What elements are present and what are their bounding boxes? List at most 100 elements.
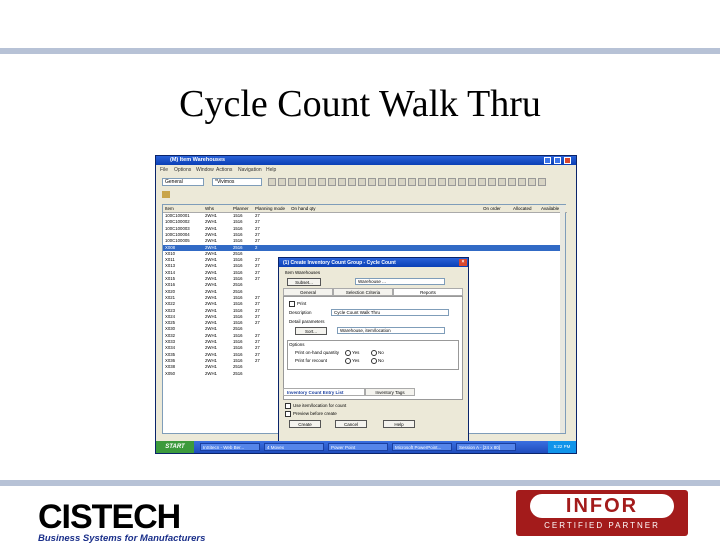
sort-button[interactable]: Sort...	[295, 327, 327, 335]
maximize-icon[interactable]	[554, 157, 561, 164]
menu-actions[interactable]: Actions	[216, 167, 232, 173]
filter-combo[interactable]: *Vivimos	[212, 178, 262, 186]
description-field[interactable]: Cycle Count Walk Thru	[331, 309, 449, 316]
toolbar-tool-icon[interactable]	[328, 178, 336, 186]
col-item[interactable]: Item	[165, 206, 174, 211]
subset-button[interactable]: Subset...	[287, 278, 321, 286]
preview-label: Preview before create	[293, 411, 337, 417]
menu-navigation[interactable]: Navigation	[238, 167, 262, 173]
cistech-logo: CISTECH Business Systems for Manufacture…	[38, 498, 205, 544]
col-planner[interactable]: Planner	[233, 206, 249, 211]
menu-options[interactable]: Options	[174, 167, 191, 173]
taskbar: START InSitecn - Web Ber... 4 Movex Powe…	[156, 441, 576, 453]
minimize-icon[interactable]	[544, 157, 551, 164]
menu-window[interactable]: Window	[196, 167, 214, 173]
task-2[interactable]: Power Point	[328, 443, 388, 451]
yes-label: Yes	[352, 358, 360, 364]
opt-onhand-yes[interactable]: Yes	[345, 350, 359, 356]
start-button[interactable]: START	[156, 441, 194, 453]
toolbar-tool-icon[interactable]	[298, 178, 306, 186]
menu-file[interactable]: File	[160, 167, 168, 173]
col-on-order[interactable]: On order	[483, 206, 501, 211]
cancel-button[interactable]: Cancel	[335, 420, 367, 428]
tab-reports[interactable]: Reports	[393, 288, 463, 296]
top-divider	[0, 48, 720, 54]
toolbar-tool-icon[interactable]	[268, 178, 276, 186]
opt-recount-label: Print for recount	[295, 358, 328, 363]
toolbar-tool-icon[interactable]	[278, 178, 286, 186]
toolbar-tool-icon[interactable]	[488, 178, 496, 186]
toolbar-tool-icon[interactable]	[428, 178, 436, 186]
toolbar-tool-icon[interactable]	[448, 178, 456, 186]
toolbar-tool-icon[interactable]	[348, 178, 356, 186]
toolbar-tool-icon[interactable]	[408, 178, 416, 186]
toolbar-tool-icon[interactable]	[378, 178, 386, 186]
toolbar-tool-icon[interactable]	[508, 178, 516, 186]
toolbar-tool-icon[interactable]	[358, 178, 366, 186]
toolbar-tool-icon[interactable]	[288, 178, 296, 186]
no-label: No	[378, 358, 384, 364]
tab-general[interactable]: General	[283, 288, 333, 296]
cistech-wordmark: CISTECH	[38, 498, 181, 536]
toolbar-tool-icon[interactable]	[338, 178, 346, 186]
preview-check[interactable]: Preview before create	[285, 411, 337, 417]
task-4[interactable]: Session A - [24 x 80]	[456, 443, 516, 451]
toolbar-tool-icon[interactable]	[388, 178, 396, 186]
report-tab-tags[interactable]: Inventory Tags	[365, 388, 415, 396]
use-item-check[interactable]: Use item/location for count	[285, 403, 346, 409]
opt-recount-yes[interactable]: Yes	[345, 358, 359, 364]
toolbar-tool-icon[interactable]	[368, 178, 376, 186]
tab-selection-criteria[interactable]: Selection Criteria	[333, 288, 393, 296]
print-label: Print	[297, 301, 307, 307]
infor-wordmark: INFOR	[565, 495, 639, 517]
cycle-count-dialog: (1) Create Inventory Count Group - Cycle…	[278, 257, 469, 447]
item-list[interactable]: Item Whs Planner Planning mode On hand q…	[162, 204, 567, 447]
form-combo[interactable]: General	[162, 178, 204, 186]
opt-onhand-no[interactable]: No	[371, 350, 384, 356]
subset-field[interactable]: Warehouse ...	[355, 278, 445, 285]
toolbar-tool-icon[interactable]	[478, 178, 486, 186]
task-0[interactable]: InSitecn - Web Ber...	[200, 443, 260, 451]
toolbar-tool-icon[interactable]	[528, 178, 536, 186]
toolbar-tool-icon[interactable]	[438, 178, 446, 186]
toolbar-tool-icon[interactable]	[518, 178, 526, 186]
col-allocated[interactable]: Allocated	[513, 206, 532, 211]
toolbar-tool-icon[interactable]	[418, 178, 426, 186]
toolbar-tool-icon[interactable]	[498, 178, 506, 186]
toolbar-tool-icon[interactable]	[458, 178, 466, 186]
col-whs[interactable]: Whs	[205, 206, 214, 211]
table-cell: 2516	[233, 370, 243, 376]
report1-label: Inventory Count Entry List	[287, 390, 344, 395]
slide-title: Cycle Count Walk Thru	[179, 83, 541, 125]
taskbar-clock: 5:22 PM	[548, 441, 576, 453]
report-tab-entry-list[interactable]: Inventory Count Entry List	[283, 388, 365, 396]
window-titlebar: (M) Item Warehouses	[156, 156, 576, 165]
close-icon[interactable]	[564, 157, 571, 164]
screenshot-window: (M) Item Warehouses File Options Window …	[155, 155, 577, 454]
toolbar-tool-icon[interactable]	[308, 178, 316, 186]
window-title: (M) Item Warehouses	[170, 157, 226, 163]
print-check[interactable]: Print	[289, 301, 306, 307]
menu-help[interactable]: Help	[266, 167, 276, 173]
opt-recount-no[interactable]: No	[371, 358, 384, 364]
toolbar-tool-icon[interactable]	[538, 178, 546, 186]
col-on-hand[interactable]: On hand qty	[291, 206, 316, 211]
task-3[interactable]: Microsoft PowerPoint...	[392, 443, 452, 451]
infor-tagline: CERTIFIED PARTNER	[544, 521, 660, 530]
infor-logo: INFOR CERTIFIED PARTNER	[516, 490, 688, 536]
sort-field[interactable]: Warehouse, item/location	[337, 327, 445, 334]
options-label: Options	[289, 342, 305, 347]
toolbar-tool-icon[interactable]	[318, 178, 326, 186]
create-button[interactable]: Create	[289, 420, 321, 428]
col-planning-mode[interactable]: Planning mode	[255, 206, 285, 211]
help-button[interactable]: Help	[383, 420, 415, 428]
task-1[interactable]: 4 Movex	[264, 443, 324, 451]
toolbar-tool-icon[interactable]	[398, 178, 406, 186]
col-available[interactable]: Available	[541, 206, 559, 211]
dialog-title: (1) Create Inventory Count Group - Cycle…	[283, 260, 396, 266]
list-scrollbar[interactable]	[560, 205, 565, 433]
warehouse-header	[162, 190, 282, 200]
toolbar-tool-icon[interactable]	[468, 178, 476, 186]
dialog-close-icon[interactable]: ×	[459, 259, 467, 266]
use-item-label: Use item/location for count	[293, 403, 347, 409]
